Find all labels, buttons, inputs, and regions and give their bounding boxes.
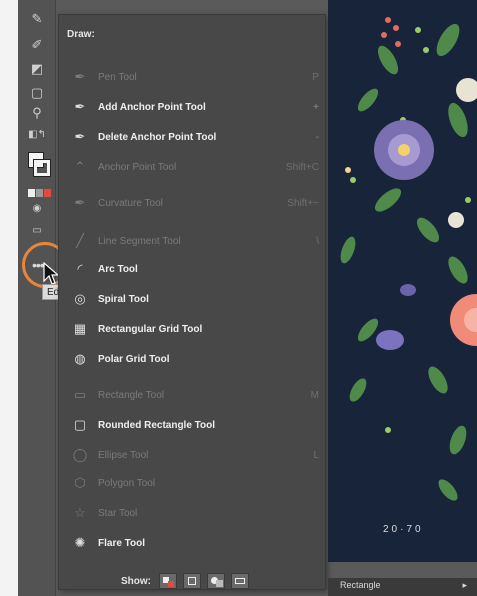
tool-row[interactable]: ✒ Pen Tool P [71, 67, 319, 87]
tool-row[interactable]: ▦ Rectangular Grid Tool [71, 319, 319, 339]
ellipse-icon: ◯ [72, 447, 88, 462]
tool-row[interactable]: ◎ Spiral Tool [71, 289, 319, 309]
tool-row[interactable]: ⬡ Polygon Tool [71, 473, 319, 493]
tool-label: Pen Tool [98, 71, 137, 83]
delete-anchor-point-icon: ✒ [74, 129, 86, 144]
curvature-icon: ✒ [74, 195, 86, 210]
tool-row[interactable]: ✒ Add Anchor Point Tool + [71, 97, 319, 117]
show-tool-type-button[interactable] [159, 573, 177, 589]
artboard-icon[interactable]: ▢ [27, 84, 47, 102]
show-tool-grid-button[interactable] [207, 573, 225, 589]
show-tool-list-button[interactable] [183, 573, 201, 589]
add-anchor-point-icon: ✒ [74, 99, 86, 114]
arc-icon: ◜ [77, 261, 83, 276]
show-label: Show: [121, 575, 151, 587]
all-tools-drawer: Draw: ✒ Pen Tool P ✒ Add Anchor Point Tool + ✒… [58, 14, 326, 590]
rectangle-icon: ▭ [73, 387, 87, 402]
artboard[interactable] [328, 0, 477, 562]
floral-artwork [340, 17, 477, 501]
tool-row[interactable]: ◜ Arc Tool [71, 259, 319, 279]
tool-row[interactable]: ⌃ Anchor Point Tool Shift+C [71, 157, 319, 177]
tool-label: Polygon Tool [98, 477, 156, 489]
properties-bar: Rectangle ▸ [328, 578, 477, 596]
tool-label: Ellipse Tool [98, 449, 149, 461]
direct-selection-icon[interactable]: ✎ [27, 10, 47, 28]
tool-label: Delete Anchor Point Tool [98, 131, 217, 143]
tool-row[interactable]: ▢ Rounded Rectangle Tool [71, 415, 319, 435]
spiral-icon: ◎ [74, 291, 86, 306]
tool-shortcut: + [313, 101, 319, 113]
tool-row[interactable]: ◍ Polar Grid Tool [71, 349, 319, 369]
tool-label: Line Segment Tool [98, 235, 181, 247]
tool-label: Rounded Rectangle Tool [98, 419, 216, 431]
tool-label: Spiral Tool [98, 293, 149, 305]
line-segment-icon: ╱ [76, 233, 84, 248]
tool-label: Add Anchor Point Tool [98, 101, 206, 113]
brush-icon[interactable]: ✐ [27, 36, 47, 54]
color-mode-buttons[interactable] [28, 184, 52, 197]
polygon-icon: ⬡ [74, 475, 86, 490]
flare-icon: ✺ [74, 535, 86, 550]
tool-label: Curvature Tool [98, 197, 163, 209]
eraser-icon[interactable]: ◩ [27, 60, 47, 78]
tool-row[interactable]: ✒ Curvature Tool Shift+~ [71, 193, 319, 213]
anchor-point-icon: ⌃ [74, 159, 86, 174]
tool-shortcut: Shift+~ [287, 197, 319, 209]
tools-toolbar: ✎ ✐ ◩ ▢ ⚲ ◧↰ ◉ ▭ ••• Edit Toolbar... [18, 0, 113, 596]
zoom-icon[interactable]: ⚲ [27, 104, 47, 122]
tool-label: Anchor Point Tool [98, 161, 177, 173]
tool-label: Flare Tool [98, 537, 146, 549]
tool-row[interactable]: ╱ Line Segment Tool \ [71, 231, 319, 251]
drawing-mode-icon[interactable]: ◉ [27, 200, 47, 218]
expand-arrow-icon[interactable]: ▸ [462, 580, 467, 591]
edit-toolbar-icon[interactable]: ••• [32, 257, 45, 273]
stroke-swatch[interactable] [33, 159, 51, 177]
tool-label: Polar Grid Tool [98, 353, 170, 365]
tool-row[interactable]: ✒ Delete Anchor Point Tool - [71, 127, 319, 147]
tool-shortcut: P [312, 71, 319, 83]
tool-shortcut: - [315, 131, 319, 143]
drawer-title: Draw: [67, 29, 95, 40]
tool-row[interactable]: ☆ Star Tool [71, 503, 319, 523]
tool-row[interactable]: ▭ Rectangle Tool M [71, 385, 319, 405]
tool-shortcut: \ [316, 235, 319, 247]
tool-row[interactable]: ◯ Ellipse Tool L [71, 445, 319, 465]
show-row: Show: [121, 573, 255, 589]
tool-label: Star Tool [98, 507, 138, 519]
rounded-rectangle-icon: ▢ [73, 417, 87, 432]
properties-label: Rectangle [340, 580, 381, 590]
star-icon: ☆ [74, 505, 86, 520]
tool-shortcut: M [310, 389, 319, 401]
tool-label: Arc Tool [98, 263, 138, 275]
tool-row[interactable]: ✺ Flare Tool [71, 533, 319, 553]
screen-mode-icon[interactable]: ▭ [27, 222, 47, 240]
pen-icon: ✒ [74, 69, 86, 84]
tool-label: Rectangular Grid Tool [98, 323, 203, 335]
polar-grid-icon: ◍ [74, 351, 86, 366]
rectangular-grid-icon: ▦ [73, 321, 87, 336]
swap-colors-icon[interactable]: ◧↰ [27, 126, 47, 144]
tool-label: Rectangle Tool [98, 389, 164, 401]
show-tool-large-button[interactable] [231, 573, 249, 589]
tool-shortcut: L [313, 449, 319, 461]
artwork-text: 20·70 [383, 524, 424, 535]
tool-shortcut: Shift+C [285, 161, 319, 173]
